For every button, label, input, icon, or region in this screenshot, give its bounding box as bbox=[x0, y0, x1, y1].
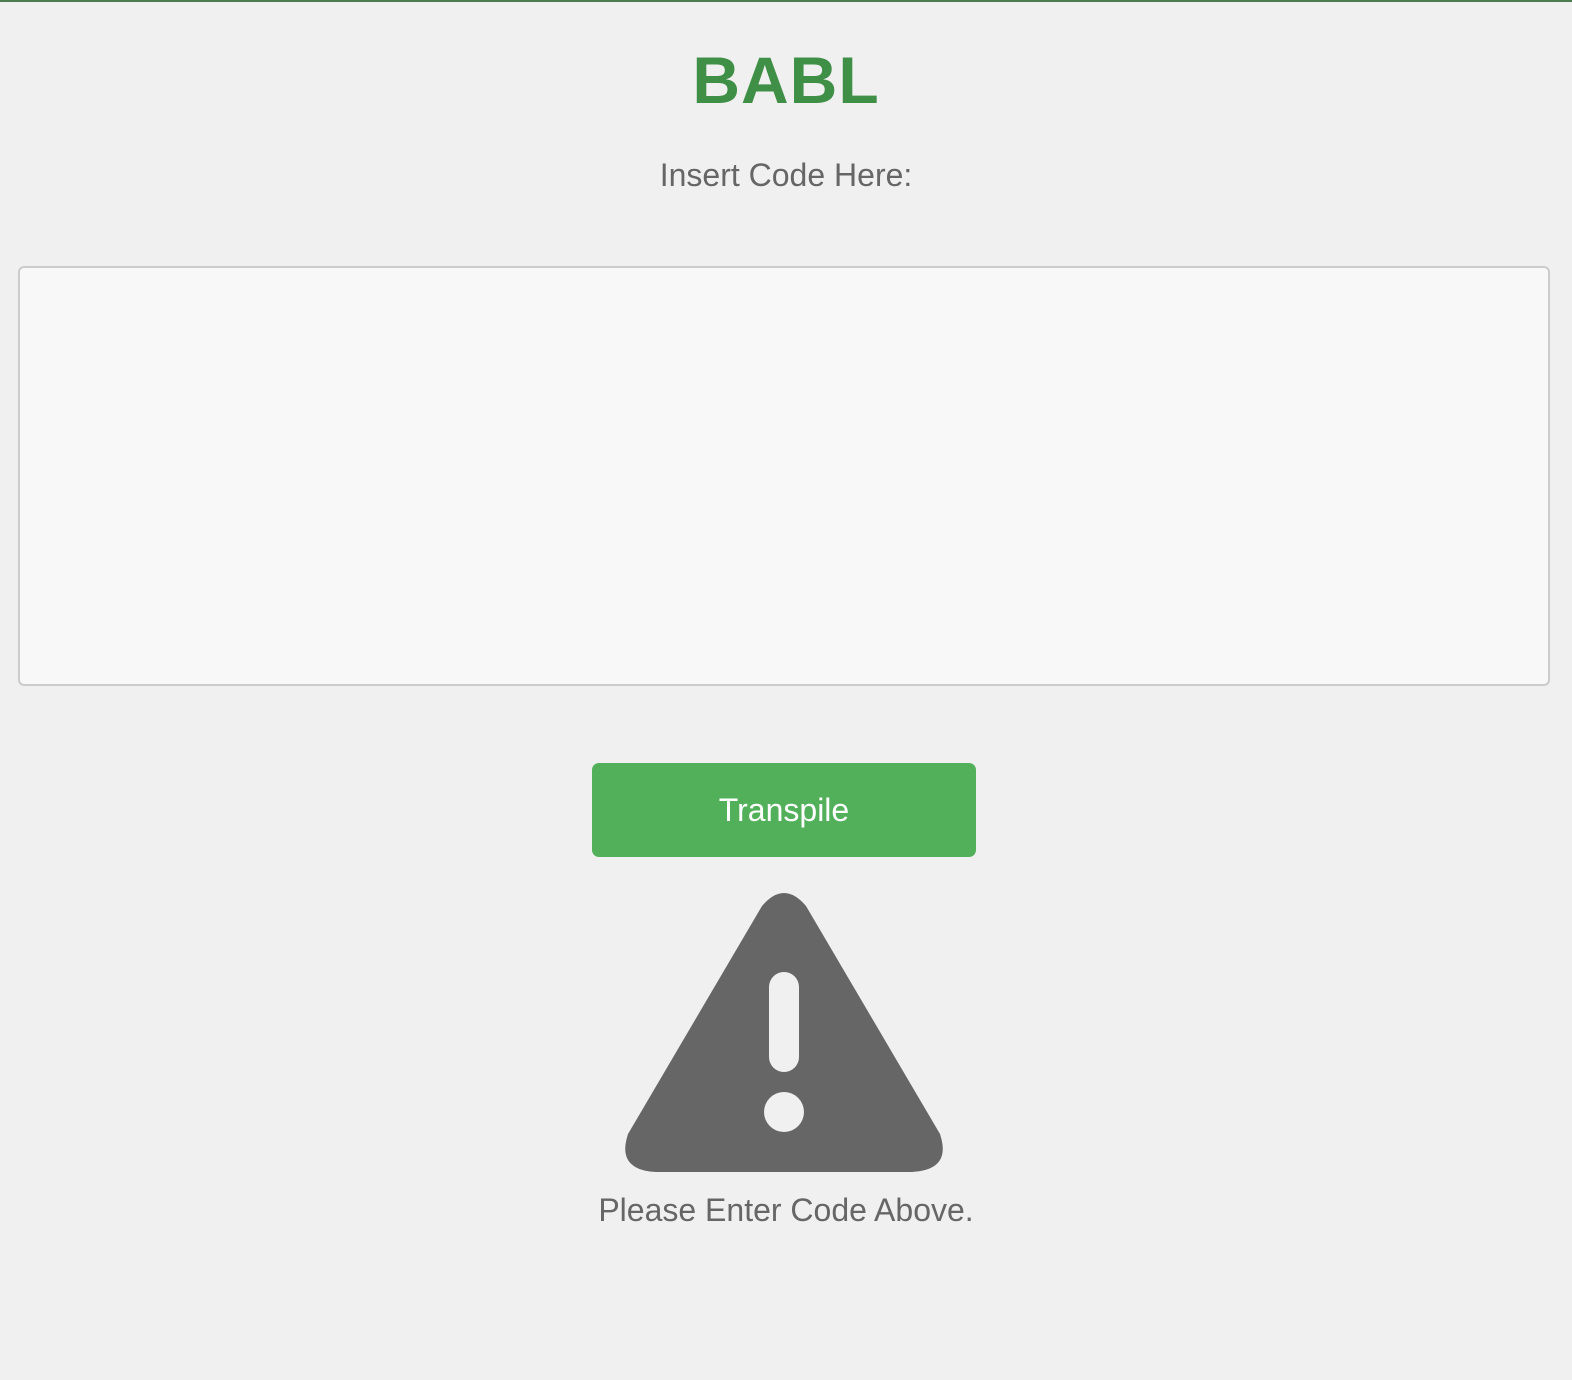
code-input-label: Insert Code Here: bbox=[659, 157, 913, 193]
app-container: BABL Insert Code Here: Transpile Please … bbox=[0, 2, 1572, 1380]
status-message: Please Enter Code Above. bbox=[598, 1192, 974, 1228]
app-title: BABL bbox=[692, 43, 880, 117]
transpile-button[interactable]: Transpile bbox=[592, 763, 976, 857]
warning-triangle-icon bbox=[625, 893, 943, 1172]
code-input[interactable] bbox=[18, 266, 1550, 686]
